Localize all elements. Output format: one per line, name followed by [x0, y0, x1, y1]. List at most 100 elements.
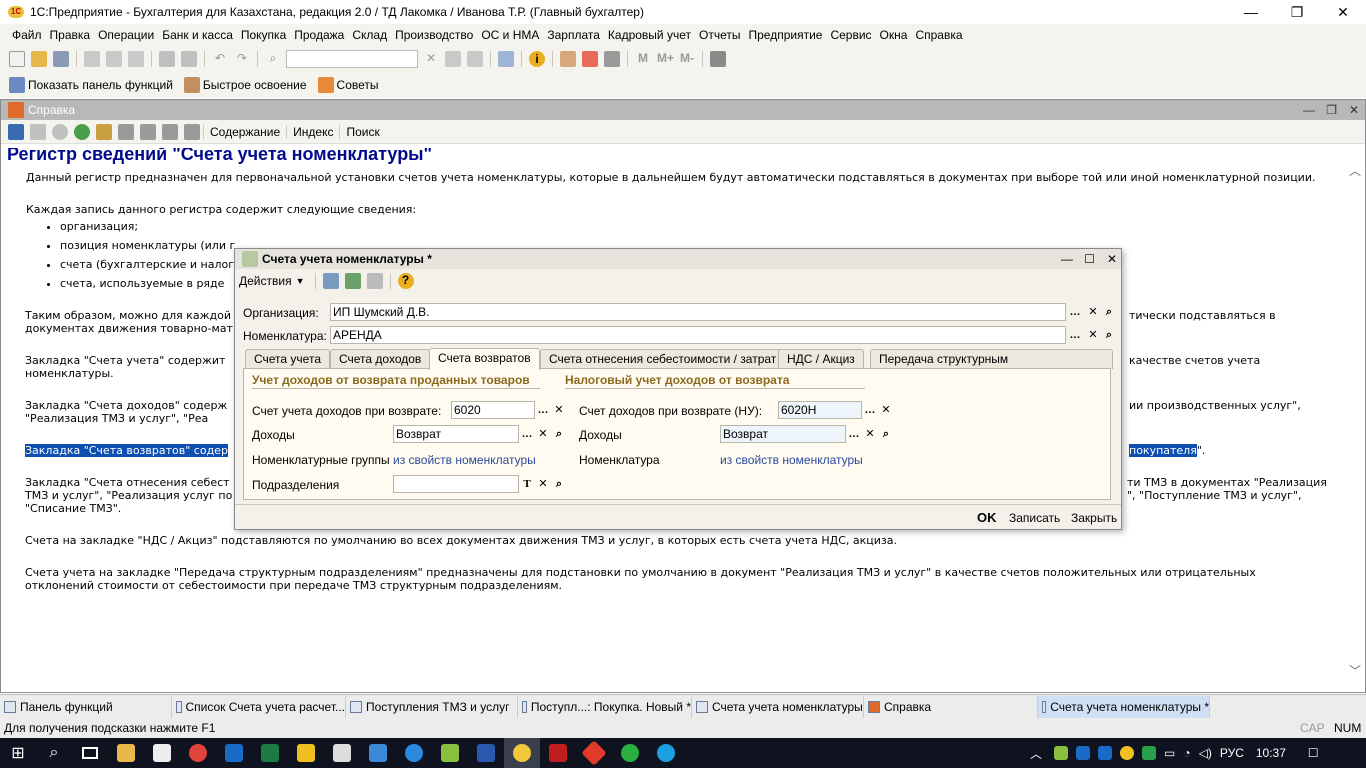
calculator-icon[interactable] [560, 51, 576, 67]
back-icon[interactable] [8, 123, 24, 140]
window-tab[interactable]: Счета учета номенклатуры [692, 696, 864, 718]
restore-button[interactable]: ❐ [1274, 0, 1320, 24]
quick-learning-button[interactable]: Быстрое освоение [203, 78, 307, 92]
tab-accounts[interactable]: Счета учета [245, 349, 330, 369]
memory-minus-icon[interactable]: M- [679, 51, 695, 67]
tab-income[interactable]: Счета доходов [330, 349, 431, 369]
paste-icon[interactable] [128, 51, 144, 67]
home-icon[interactable] [96, 123, 112, 140]
tab-returns[interactable]: Счета возвратов [429, 348, 540, 370]
cut-icon[interactable] [84, 51, 100, 67]
excel-icon[interactable] [252, 738, 288, 768]
help-question-icon[interactable]: ? [397, 273, 414, 289]
org-field[interactable]: ИП Шумский Д.В. [330, 303, 1066, 321]
org-search-icon[interactable]: ⌕ [1101, 304, 1117, 320]
forward-icon[interactable] [30, 123, 46, 140]
clock[interactable]: 10:37 [1256, 746, 1286, 760]
info-icon[interactable]: i [529, 51, 545, 67]
tray-drive-icon[interactable] [1142, 746, 1157, 760]
org-clear-icon[interactable]: ✕ [1085, 304, 1101, 320]
menu-production[interactable]: Производство [391, 28, 477, 42]
income-clear-icon[interactable]: ✕ [535, 426, 551, 442]
clear-search-icon[interactable]: ✕ [423, 51, 439, 67]
anydesk-icon[interactable] [576, 738, 612, 768]
tray-outlook-icon[interactable] [1098, 746, 1113, 760]
help-restore-button[interactable]: ❐ [1326, 103, 1337, 117]
return-account-clear-icon[interactable]: ✕ [551, 402, 567, 418]
income-search-icon[interactable]: ⌕ [551, 426, 567, 442]
memory-plus-icon[interactable]: M+ [657, 51, 674, 67]
close-dialog-button[interactable]: Закрыть [1071, 511, 1117, 525]
divisions-field[interactable] [393, 475, 519, 493]
menu-file[interactable]: Файл [8, 28, 46, 42]
window-tab[interactable]: Поступления ТМЗ и услуг [346, 696, 518, 718]
store-icon[interactable] [144, 738, 180, 768]
calendar-icon[interactable] [582, 51, 598, 67]
1c-icon[interactable] [504, 738, 540, 768]
task-view-icon[interactable] [72, 738, 108, 768]
tax-return-account-field[interactable]: 6020Н [778, 401, 862, 419]
contents-icon[interactable] [118, 123, 134, 140]
income-field[interactable]: Возврат [393, 425, 519, 443]
sync-icon[interactable] [140, 123, 156, 140]
undo-icon[interactable]: ↶ [212, 51, 228, 67]
dialog-minimize-button[interactable]: — [1061, 252, 1073, 266]
print-help-icon[interactable] [184, 123, 200, 140]
nomenclature-groups-link[interactable]: из свойств номенклатуры [393, 453, 536, 467]
notifications-icon[interactable]: ☐ [1308, 746, 1319, 760]
menu-edit[interactable]: Правка [46, 28, 95, 42]
income-select-button[interactable]: … [519, 426, 535, 442]
index-link[interactable]: Индекс [286, 124, 339, 139]
window-tab[interactable]: Справка [864, 696, 1038, 718]
tray-mail-icon[interactable] [1076, 746, 1091, 760]
scroll-up-icon[interactable]: ︿ [1349, 162, 1361, 179]
menu-windows[interactable]: Окна [876, 28, 912, 42]
new-icon[interactable] [9, 51, 25, 67]
menu-purchase[interactable]: Покупка [237, 28, 290, 42]
window-tab-active[interactable]: Счета учета номенклатуры * [1038, 696, 1210, 718]
window-tab[interactable]: Поступл...: Покупка. Новый * [518, 696, 692, 718]
menu-salary[interactable]: Зарплата [543, 28, 604, 42]
help-close-button[interactable]: ✕ [1349, 103, 1359, 117]
menu-sales[interactable]: Продажа [290, 28, 348, 42]
nom-clear-icon[interactable]: ✕ [1085, 327, 1101, 343]
tray-plus-icon[interactable] [1120, 746, 1135, 760]
chrome-icon[interactable] [180, 738, 216, 768]
refresh-icon[interactable] [74, 123, 90, 140]
windows-icon[interactable] [498, 51, 514, 67]
window-tab[interactable]: Список Счета учета расчет... [172, 696, 346, 718]
menu-operations[interactable]: Операции [94, 28, 158, 42]
search-link[interactable]: Поиск [339, 124, 385, 139]
save-icon[interactable] [53, 51, 69, 67]
skype-icon[interactable] [648, 738, 684, 768]
nom-field[interactable]: АРЕНДА [330, 326, 1066, 344]
nom-search-icon[interactable]: ⌕ [1101, 327, 1117, 343]
copy-icon[interactable] [106, 51, 122, 67]
minimize-button[interactable]: — [1228, 0, 1274, 24]
search-icon[interactable]: ⌕ [36, 738, 72, 768]
tab-transfer[interactable]: Передача структурным подразделениям [870, 349, 1113, 384]
calculator-app-icon[interactable] [324, 738, 360, 768]
help-minimize-button[interactable]: — [1303, 103, 1315, 117]
tips-button[interactable]: Советы [337, 78, 379, 92]
menu-hr[interactable]: Кадровый учет [604, 28, 695, 42]
stop-icon[interactable] [52, 123, 68, 140]
battery-icon[interactable]: ▭ [1164, 746, 1175, 760]
tab-cost[interactable]: Счета отнесения себестоимости / затрат [540, 349, 786, 369]
copy-record-icon[interactable] [366, 273, 383, 289]
open-icon[interactable] [31, 51, 47, 67]
nom-select-button[interactable]: … [1067, 327, 1083, 343]
print-icon[interactable] [159, 51, 175, 67]
ie-icon[interactable] [396, 738, 432, 768]
whatsapp-icon[interactable] [612, 738, 648, 768]
save-button[interactable]: Записать [1009, 511, 1060, 525]
search-icon[interactable]: ⌕ [265, 51, 281, 67]
divisions-clear-icon[interactable]: ✕ [535, 476, 551, 492]
reader-icon[interactable] [540, 738, 576, 768]
window-tab[interactable]: Панель функций [0, 696, 172, 718]
menu-help[interactable]: Справка [911, 28, 966, 42]
tray-app-icon[interactable] [1054, 746, 1069, 760]
return-account-field[interactable]: 6020 [451, 401, 535, 419]
ok-button[interactable]: OK [977, 510, 997, 525]
find-prev-icon[interactable] [467, 51, 483, 67]
